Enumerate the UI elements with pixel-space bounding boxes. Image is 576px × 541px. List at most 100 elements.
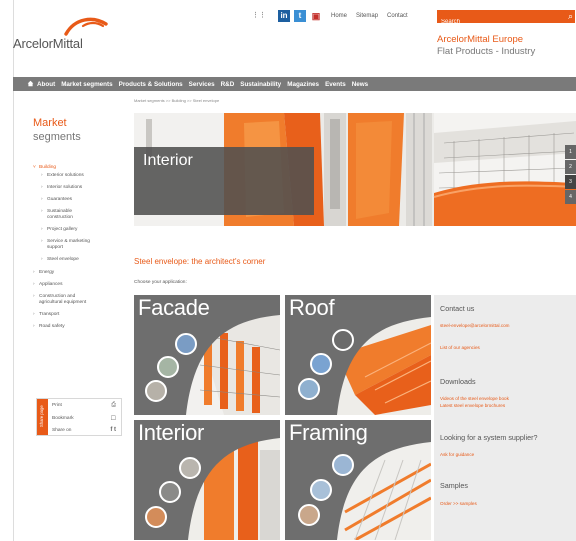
- samples-title: Samples: [440, 481, 468, 490]
- hero-label-box[interactable]: Interior: [134, 147, 314, 215]
- hero-pager-item-2[interactable]: 2: [565, 160, 576, 174]
- contact-email-link[interactable]: steel-envelope@arcelormittal.com: [440, 323, 510, 328]
- chevron-right-icon: ›: [41, 239, 43, 244]
- logo-arc-icon: [64, 17, 108, 36]
- share-widget: Share page Print ⎙ Bookmark ☐ Share on f…: [36, 398, 122, 436]
- tile-interior[interactable]: Interior: [134, 420, 280, 540]
- sidebar-item-label: Service & marketing: [47, 239, 90, 244]
- logo-text: ArcelorMittal: [13, 36, 83, 51]
- bookmark-label: Bookmark: [52, 416, 74, 421]
- sidebar-item-label: Sustainable: [47, 209, 73, 214]
- hero-pager-item-3[interactable]: 3: [565, 175, 576, 189]
- search-input[interactable]: [437, 15, 555, 29]
- nav-item-about[interactable]: About: [37, 81, 55, 88]
- chevron-right-icon: ›: [33, 312, 35, 317]
- sidebar-item-energy[interactable]: › Energy: [33, 270, 125, 276]
- sidebar-item-sustainable-construction[interactable]: › Sustainable construction: [33, 209, 125, 221]
- sidebar-title: Market segments: [33, 116, 81, 144]
- tile-framing[interactable]: Framing: [285, 420, 431, 540]
- bookmark-row[interactable]: Bookmark ☐: [52, 416, 118, 422]
- sidebar-item-steel-envelope[interactable]: › Steel envelope: [33, 257, 125, 263]
- hero-pager-item-4[interactable]: 4: [565, 190, 576, 204]
- share-tab-label: Share page: [39, 405, 44, 427]
- agencies-link[interactable]: List of our agencies: [440, 345, 480, 350]
- sidebar-item-label: Exterior solutions: [47, 173, 84, 178]
- tile-framing-label: Framing: [289, 420, 368, 445]
- sidebar-item-building[interactable]: ˅ Building: [33, 165, 125, 171]
- print-row[interactable]: Print ⎙: [52, 402, 118, 408]
- chevron-down-icon: ˅: [33, 165, 36, 170]
- breadcrumb[interactable]: Market segments >> Building >> Steel env…: [134, 98, 219, 103]
- sidebar-item-label-cont: support: [47, 245, 63, 250]
- hero-pager-item-1[interactable]: 1: [565, 145, 576, 159]
- nav-item-events[interactable]: Events: [325, 81, 346, 88]
- twitter-icon[interactable]: t: [294, 10, 306, 22]
- chevron-right-icon: ›: [41, 197, 43, 202]
- search-icon[interactable]: ⌕: [568, 11, 573, 22]
- share-on-label: Share on: [52, 428, 72, 433]
- region-label: ArcelorMittal Europe Flat Products - Ind…: [437, 34, 575, 57]
- arcelormittal-logo[interactable]: ArcelorMittal: [13, 14, 123, 62]
- sidebar-item-construction-agricultural[interactable]: › Construction and agricultural equipment: [33, 294, 125, 306]
- home-icon[interactable]: [27, 80, 34, 87]
- region-line-1[interactable]: ArcelorMittal Europe: [437, 34, 575, 45]
- sidebar-item-label-cont: construction: [47, 215, 73, 220]
- share-on-row[interactable]: Share on f t: [52, 427, 118, 433]
- chevron-right-icon: ›: [41, 209, 43, 214]
- sidebar-item-label: Road safety: [39, 324, 65, 329]
- sidebar-item-appliances[interactable]: › Appliances: [33, 282, 125, 288]
- download-link-2[interactable]: Latest steel envelope brochures: [440, 403, 505, 408]
- sidebar-item-interior-solutions[interactable]: › Interior solutions: [33, 185, 125, 191]
- chevron-right-icon: ›: [33, 282, 35, 287]
- sidebar-item-label: Building: [39, 165, 57, 170]
- sidebar-nav: ˅ Building › Exterior solutions › Interior …: [33, 165, 125, 330]
- tile-roof[interactable]: Roof: [285, 295, 431, 415]
- hero-pager: 1 2 3 4: [565, 145, 576, 205]
- chevron-right-icon: ›: [33, 294, 35, 299]
- sidebar-item-label: Guarantees: [47, 197, 73, 202]
- contact-title: Contact us: [440, 304, 475, 313]
- region-line-2: Flat Products - Industry: [437, 46, 536, 57]
- sidebar-item-service-marketing-support[interactable]: › Service & marketing support: [33, 239, 125, 251]
- supplier-title: Looking for a system supplier?: [440, 433, 538, 442]
- linkedin-icon[interactable]: in: [278, 10, 290, 22]
- utility-link-contact[interactable]: Contact: [387, 13, 408, 19]
- chevron-right-icon: ›: [41, 185, 43, 190]
- youtube-icon[interactable]: ▣: [310, 10, 322, 22]
- sidebar-item-transport[interactable]: › Transport: [33, 312, 125, 318]
- utility-link-home[interactable]: Home: [331, 13, 347, 19]
- right-sidebar: Contact us steel-envelope@arcelormittal.…: [434, 295, 576, 541]
- rss-icon[interactable]: ⋮⋮: [252, 10, 266, 22]
- samples-link[interactable]: Order >> samples: [440, 501, 477, 506]
- sidebar-item-exterior-solutions[interactable]: › Exterior solutions: [33, 173, 125, 179]
- sidebar-item-project-gallery[interactable]: › Project gallery: [33, 227, 125, 233]
- hero-label: Interior: [143, 152, 193, 169]
- tile-facade[interactable]: Facade: [134, 295, 280, 415]
- tile-roof-label: Roof: [289, 295, 335, 320]
- nav-item-sustainability[interactable]: Sustainability: [240, 81, 281, 88]
- sidebar-item-label: Interior solutions: [47, 185, 83, 190]
- sidebar-item-road-safety[interactable]: › Road safety: [33, 324, 125, 330]
- nav-item-services[interactable]: Services: [189, 81, 215, 88]
- sidebar-title-line-1: Market: [33, 117, 67, 129]
- utility-link-sitemap[interactable]: Sitemap: [356, 13, 378, 19]
- nav-item-news[interactable]: News: [352, 81, 368, 88]
- sidebar-item-label: Energy: [39, 270, 55, 275]
- chevron-right-icon: ›: [41, 257, 43, 262]
- share-tab[interactable]: Share page: [37, 399, 48, 435]
- sidebar-item-guarantees[interactable]: › Guarantees: [33, 197, 125, 203]
- chevron-right-icon: ›: [41, 227, 43, 232]
- nav-item-rd[interactable]: R&D: [221, 81, 235, 88]
- nav-item-market-segments[interactable]: Market segments: [61, 81, 112, 88]
- sidebar-item-label: Project gallery: [47, 227, 78, 232]
- supplier-link[interactable]: Ask for guidance: [440, 452, 474, 457]
- nav-item-products-solutions[interactable]: Products & Solutions: [119, 81, 183, 88]
- nav-item-magazines[interactable]: Magazines: [287, 81, 319, 88]
- main-nav: About Market segments Products & Solutio…: [13, 77, 576, 91]
- sidebar-title-line-2: segments: [33, 131, 81, 143]
- download-link-1[interactable]: Videos of the steel envelope book: [440, 396, 509, 401]
- sidebar-item-label-cont: agricultural equipment: [39, 300, 87, 305]
- sidebar-item-label: Construction and: [39, 294, 76, 299]
- tile-facade-label: Facade: [138, 295, 210, 320]
- downloads-title: Downloads: [440, 377, 476, 386]
